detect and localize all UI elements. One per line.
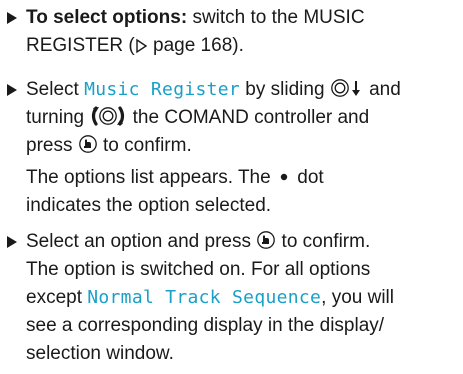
bullet-dot-icon bbox=[276, 168, 292, 186]
step2-text-a: Select bbox=[26, 79, 85, 100]
step3-result-b: except bbox=[26, 287, 88, 308]
step3-result-d: see a corresponding display in the displ… bbox=[26, 315, 385, 336]
step3-result-c: , you will bbox=[321, 287, 394, 308]
step2-line-1: Select Music Register by sliding and bbox=[26, 78, 401, 102]
step3-text-a: Select an option and press bbox=[26, 231, 257, 252]
step1-line-2: REGISTER ( page 168). bbox=[26, 34, 244, 58]
menu-item-music-register: Music Register bbox=[84, 79, 241, 100]
step3-result-line-3: see a corresponding display in the displ… bbox=[26, 314, 384, 338]
step2-line-3: press to confirm. bbox=[26, 134, 192, 158]
step2-result-b: dot bbox=[291, 167, 324, 188]
menu-item-normal-track-sequence: Normal Track Sequence bbox=[87, 287, 322, 308]
step1-text-b: REGISTER ( bbox=[26, 35, 135, 56]
step3-line-1: Select an option and press to confirm. bbox=[26, 230, 370, 254]
controller-turn-icon bbox=[89, 106, 127, 126]
controller-slide-down-icon bbox=[330, 78, 364, 98]
step2-line-2: turning the COMAND controller and bbox=[26, 106, 369, 130]
step3-text-b: to confirm. bbox=[276, 231, 371, 252]
controller-press-icon bbox=[78, 134, 98, 154]
step2-text-d: turning bbox=[26, 107, 90, 128]
controller-press-icon bbox=[256, 230, 276, 250]
step3-result-line-1: The option is switched on. For all optio… bbox=[26, 258, 370, 282]
step3-result-a: The option is switched on. For all optio… bbox=[26, 259, 371, 280]
page-reference-icon bbox=[135, 38, 148, 54]
step1-label: To select options: bbox=[26, 7, 188, 28]
step2-text-e: the COMAND controller and bbox=[127, 107, 370, 128]
step-arrow-icon bbox=[7, 12, 17, 24]
page-reference-text: page 168). bbox=[147, 35, 244, 56]
step1-line-1: To select options: switch to the MUSIC bbox=[26, 6, 365, 30]
step-arrow-icon bbox=[7, 84, 17, 96]
manual-page: To select options: switch to the MUSIC R… bbox=[0, 0, 463, 374]
step2-text-c: and bbox=[363, 79, 401, 100]
step2-result-a: The options list appears. The bbox=[26, 167, 276, 188]
step3-result-line-2: except Normal Track Sequence, you will bbox=[26, 286, 394, 310]
step2-result-c: indicates the option selected. bbox=[26, 195, 272, 216]
step-arrow-icon bbox=[7, 236, 17, 248]
step2-text-f: press bbox=[26, 135, 78, 156]
step2-text-g: to confirm. bbox=[97, 135, 192, 156]
step2-result-line-2: indicates the option selected. bbox=[26, 194, 271, 218]
step3-result-e: selection window. bbox=[26, 343, 174, 364]
step2-result-line-1: The options list appears. The dot bbox=[26, 166, 324, 190]
step3-result-line-4: selection window. bbox=[26, 342, 174, 366]
step2-text-b: by sliding bbox=[240, 79, 330, 100]
step1-text: switch to the MUSIC bbox=[187, 7, 365, 28]
